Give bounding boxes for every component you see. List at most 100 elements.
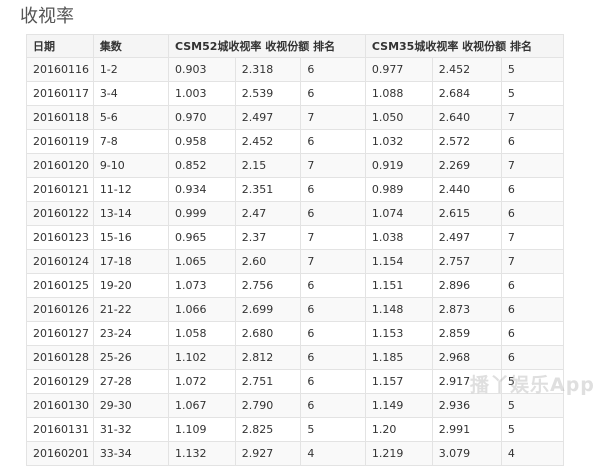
cell-csm35-share: 2.968 <box>431 345 502 370</box>
watermark-logo: 播丫娱乐App <box>470 374 595 396</box>
cell-csm35-share: 2.757 <box>431 249 502 274</box>
cell-csm52-share: 2.452 <box>234 129 302 154</box>
table-row: 20160118 5-6 0.970 2.497 7 1.050 2.640 7 <box>26 105 565 130</box>
cell-csm35-rank: 7 <box>500 153 565 178</box>
cell-episodes: 11-12 <box>92 177 169 202</box>
cell-csm52-share: 2.790 <box>234 393 302 418</box>
cell-csm35-rating: 1.038 <box>364 225 433 250</box>
table-row: 20160121 11-12 0.934 2.351 6 0.989 2.440 6 <box>26 177 565 202</box>
cell-csm52-share: 2.825 <box>234 417 302 442</box>
cell-csm35-rank: 6 <box>500 177 565 202</box>
cell-csm52-rank: 4 <box>300 441 366 466</box>
cell-date: 20160118 <box>26 105 94 130</box>
cell-csm35-share: 2.452 <box>431 57 502 82</box>
cell-episodes: 27-28 <box>92 369 169 394</box>
cell-csm35-share: 2.615 <box>431 201 502 226</box>
cell-csm52-rank: 6 <box>300 345 366 370</box>
cell-csm35-rank: 7 <box>500 225 565 250</box>
page-title: 收视率 <box>20 6 74 27</box>
cell-episodes: 23-24 <box>92 321 169 346</box>
cell-date: 20160130 <box>26 393 94 418</box>
cell-csm52-rank: 7 <box>300 225 366 250</box>
cell-csm52-rating: 1.058 <box>167 321 236 346</box>
table-row: 20160123 15-16 0.965 2.37 7 1.038 2.497 7 <box>26 225 565 250</box>
cell-csm52-rank: 6 <box>300 129 366 154</box>
cell-csm35-rating: 1.153 <box>364 321 433 346</box>
cell-csm35-rating: 1.074 <box>364 201 433 226</box>
table-row: 20160201 33-34 1.132 2.927 4 1.219 3.079 4 <box>26 441 565 466</box>
cell-date: 20160124 <box>26 249 94 274</box>
cell-date: 20160201 <box>26 441 94 466</box>
cell-csm52-share: 2.351 <box>234 177 302 202</box>
cell-csm35-rank: 5 <box>500 57 565 82</box>
cell-csm52-rank: 6 <box>300 177 366 202</box>
cell-csm52-rating: 1.066 <box>167 297 236 322</box>
cell-csm35-share: 2.873 <box>431 297 502 322</box>
table-row: 20160126 21-22 1.066 2.699 6 1.148 2.873 6 <box>26 297 565 322</box>
cell-csm35-rating: 0.977 <box>364 57 433 82</box>
table-row: 20160127 23-24 1.058 2.680 6 1.153 2.859 6 <box>26 321 565 346</box>
cell-csm52-share: 2.680 <box>234 321 302 346</box>
table-header: 日期 集数 CSM52城收视率 收视份额 排名 CSM35城收视率 收视份额 排… <box>26 34 565 58</box>
cell-csm35-rating: 0.919 <box>364 153 433 178</box>
cell-csm35-rank: 5 <box>500 417 565 442</box>
cell-csm35-rank: 7 <box>500 249 565 274</box>
cell-csm52-share: 2.318 <box>234 57 302 82</box>
cell-csm52-share: 2.15 <box>234 153 302 178</box>
cell-csm35-rating: 1.157 <box>364 369 433 394</box>
header-episodes: 集数 <box>92 34 169 58</box>
cell-date: 20160116 <box>26 57 94 82</box>
cell-csm35-rating: 0.989 <box>364 177 433 202</box>
cell-csm35-rating: 1.050 <box>364 105 433 130</box>
cell-csm35-rating: 1.032 <box>364 129 433 154</box>
cell-csm52-share: 2.756 <box>234 273 302 298</box>
cell-csm52-rank: 6 <box>300 321 366 346</box>
cell-episodes: 21-22 <box>92 297 169 322</box>
cell-csm35-rating: 1.20 <box>364 417 433 442</box>
cell-csm35-rank: 4 <box>500 441 565 466</box>
cell-csm35-rating: 1.088 <box>364 81 433 106</box>
cell-csm52-rating: 1.072 <box>167 369 236 394</box>
cell-csm35-rank: 6 <box>500 129 565 154</box>
cell-date: 20160117 <box>26 81 94 106</box>
cell-csm35-rank: 6 <box>500 273 565 298</box>
cell-csm52-share: 2.751 <box>234 369 302 394</box>
cell-csm35-share: 2.896 <box>431 273 502 298</box>
cell-csm52-share: 2.497 <box>234 105 302 130</box>
cell-csm52-rating: 1.065 <box>167 249 236 274</box>
cell-csm52-rating: 0.903 <box>167 57 236 82</box>
cell-episodes: 5-6 <box>92 105 169 130</box>
table-row: 20160119 7-8 0.958 2.452 6 1.032 2.572 6 <box>26 129 565 154</box>
cell-csm35-rating: 1.148 <box>364 297 433 322</box>
cell-csm52-rating: 1.102 <box>167 345 236 370</box>
cell-csm35-rank: 6 <box>500 321 565 346</box>
cell-csm35-share: 2.497 <box>431 225 502 250</box>
cell-csm52-share: 2.539 <box>234 81 302 106</box>
cell-episodes: 17-18 <box>92 249 169 274</box>
ratings-table-container: 日期 集数 CSM52城收视率 收视份额 排名 CSM35城收视率 收视份额 排… <box>26 34 565 466</box>
cell-date: 20160127 <box>26 321 94 346</box>
cell-csm35-share: 3.079 <box>431 441 502 466</box>
cell-csm35-share: 2.640 <box>431 105 502 130</box>
cell-episodes: 7-8 <box>92 129 169 154</box>
cell-csm35-rank: 6 <box>500 345 565 370</box>
cell-csm52-rank: 6 <box>300 297 366 322</box>
table-row: 20160122 13-14 0.999 2.47 6 1.074 2.615 6 <box>26 201 565 226</box>
cell-csm35-rating: 1.149 <box>364 393 433 418</box>
table-row: 20160117 3-4 1.003 2.539 6 1.088 2.684 5 <box>26 81 565 106</box>
cell-date: 20160131 <box>26 417 94 442</box>
cell-date: 20160128 <box>26 345 94 370</box>
cell-episodes: 19-20 <box>92 273 169 298</box>
cell-csm52-rank: 6 <box>300 81 366 106</box>
table-row: 20160120 9-10 0.852 2.15 7 0.919 2.269 7 <box>26 153 565 178</box>
cell-date: 20160129 <box>26 369 94 394</box>
cell-csm52-rating: 0.934 <box>167 177 236 202</box>
cell-csm35-rank: 7 <box>500 105 565 130</box>
cell-csm52-rank: 7 <box>300 153 366 178</box>
header-row: 日期 集数 CSM52城收视率 收视份额 排名 CSM35城收视率 收视份额 排… <box>26 34 565 58</box>
cell-episodes: 31-32 <box>92 417 169 442</box>
cell-csm35-rating: 1.219 <box>364 441 433 466</box>
cell-csm52-share: 2.812 <box>234 345 302 370</box>
cell-csm35-share: 2.269 <box>431 153 502 178</box>
table-row: 20160130 29-30 1.067 2.790 6 1.149 2.936 5 <box>26 393 565 418</box>
